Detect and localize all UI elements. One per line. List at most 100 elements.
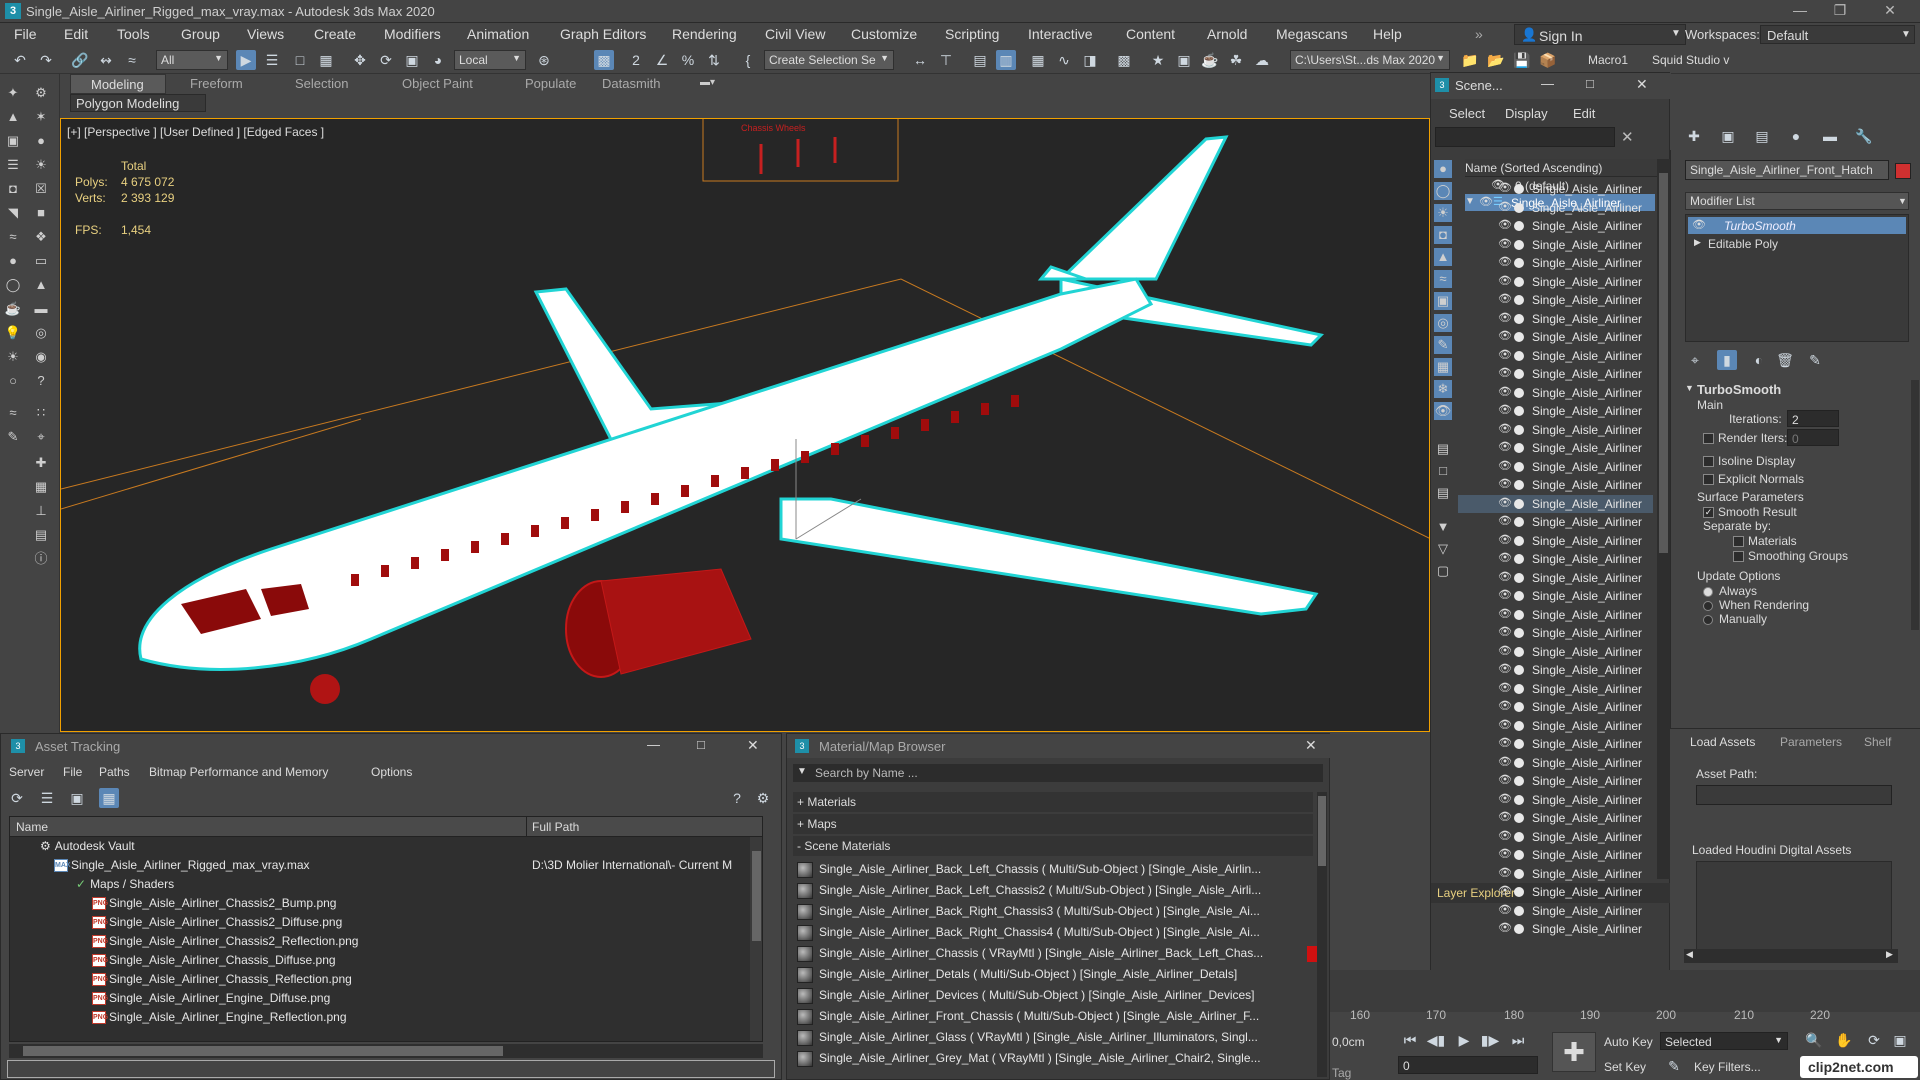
display-shapes-icon[interactable]: ◯ [1434, 182, 1452, 200]
scene-menu-select[interactable]: Select [1449, 106, 1485, 121]
key-selection-dropdown[interactable]: Selected ▼ [1660, 1032, 1788, 1050]
map-row[interactable]: PNGSingle_Aisle_Airliner_Chassis_Diffuse… [92, 953, 336, 972]
unlink-icon[interactable]: ↭ [96, 50, 116, 70]
scene-object-row[interactable]: 👁 Single_Aisle_Airliner [1458, 846, 1653, 865]
menu-file[interactable]: File [14, 26, 37, 42]
eye-icon[interactable]: 👁 [1498, 514, 1512, 528]
render-setup-icon[interactable]: ★ [1148, 50, 1168, 70]
asset-path-input[interactable] [1696, 785, 1892, 805]
eye-icon[interactable]: 👁 [1498, 736, 1512, 750]
eye-icon[interactable]: 👁 [1498, 792, 1512, 806]
perspective-viewport[interactable]: Chassis Wheels [+] [Perspective] [User … [60, 118, 1430, 732]
eye-icon[interactable]: 👁 [1692, 218, 1706, 231]
scene-object-row[interactable]: 👁 Single_Aisle_Airliner [1458, 291, 1653, 310]
map-row[interactable]: PNGSingle_Aisle_Airliner_Chassis_Reflect… [92, 972, 352, 991]
squid-studio-label[interactable]: Squid Studio v [1652, 53, 1729, 67]
scene-object-row[interactable]: 👁 Single_Aisle_Airliner [1458, 772, 1653, 791]
maximize-icon[interactable]: □ [1586, 76, 1594, 91]
map-row[interactable]: PNGSingle_Aisle_Airliner_Engine_Reflecti… [92, 1010, 347, 1029]
asset-menu-server[interactable]: Server [9, 765, 44, 779]
scene-object-row[interactable]: 👁 Single_Aisle_Airliner [1458, 402, 1653, 421]
play-icon[interactable]: ▶ [1454, 1030, 1474, 1050]
eye-icon[interactable]: 👁 [1498, 200, 1512, 214]
restore-icon[interactable]: ❐ [1820, 2, 1860, 21]
map-row[interactable]: PNGSingle_Aisle_Airliner_Chassis2_Bump.p… [92, 896, 336, 915]
tab-populate[interactable]: Populate [525, 76, 576, 91]
scene-object-row[interactable]: 👁 Single_Aisle_Airliner [1458, 513, 1653, 532]
asset-menu-options[interactable]: Options [371, 765, 412, 779]
eye-icon[interactable]: 👁 [1498, 496, 1512, 510]
pivot-center-icon[interactable]: ⊛ [534, 50, 554, 70]
map-row[interactable]: PNGSingle_Aisle_Airliner_Engine_Diffuse.… [92, 991, 330, 1010]
eye-icon[interactable]: 👁 [1498, 866, 1512, 880]
configure-modifier-sets-icon[interactable]: ✎ [1805, 350, 1825, 370]
reference-coordinate-dropdown[interactable]: Local ▼ [454, 50, 526, 70]
create-panel-icon[interactable]: ✚ [1684, 126, 1704, 146]
render-iters-spinner[interactable]: 0 [1787, 429, 1839, 446]
key-filters-button[interactable]: Key Filters... [1694, 1060, 1761, 1074]
eye-icon[interactable]: 👁 [1498, 810, 1512, 824]
percent-snap-icon[interactable]: % [678, 50, 698, 70]
asset-status-field[interactable] [7, 1060, 775, 1078]
material-item[interactable]: Single_Aisle_Airliner_Back_Left_Chassis2… [795, 881, 1325, 901]
scene-object-row[interactable]: 👁 Single_Aisle_Airliner [1458, 550, 1653, 569]
display-panel-icon[interactable]: ▬ [1820, 126, 1840, 146]
eye-icon[interactable]: 👁 [1498, 681, 1512, 695]
asset-menu-file[interactable]: File [63, 765, 82, 779]
tab-shelf[interactable]: Shelf [1864, 735, 1891, 749]
menu-edit[interactable]: Edit [64, 26, 88, 42]
render-iterative-icon[interactable]: ☘ [1226, 50, 1246, 70]
scene-object-row[interactable]: 👁 Single_Aisle_Airliner [1458, 199, 1653, 218]
display-icon[interactable]: ▣ [4, 132, 22, 150]
curve-editor-icon[interactable]: ∿ [1054, 50, 1074, 70]
go-to-start-icon[interactable]: ⏮ [1400, 1030, 1420, 1050]
minimize-icon[interactable]: — [1541, 76, 1554, 91]
scene-object-row[interactable]: 👁 Single_Aisle_Airliner [1458, 661, 1653, 680]
pin-icon[interactable]: ⌖ [32, 428, 50, 446]
vault-row[interactable]: ⚙ Autodesk Vault [40, 839, 135, 858]
undo-icon[interactable]: ↶ [10, 50, 30, 70]
angle-snap-icon[interactable]: ∠ [652, 50, 672, 70]
keyboard-shortcut-override-icon[interactable]: ▩ [594, 50, 614, 70]
display-cameras-icon[interactable]: ◘ [1434, 226, 1452, 244]
scene-object-row[interactable]: 👁 Single_Aisle_Airliner [1458, 809, 1653, 828]
scale-icon[interactable]: ▣ [402, 50, 422, 70]
eye-icon[interactable]: 👁 [1498, 773, 1512, 787]
plane-icon[interactable]: ▬ [32, 300, 50, 318]
scene-object-row[interactable]: 👁 Single_Aisle_Airliner [1458, 217, 1653, 236]
scene-object-row[interactable]: 👁 Single_Aisle_Airliner [1458, 680, 1653, 699]
scene-object-row[interactable]: 👁 Single_Aisle_Airliner [1458, 310, 1653, 329]
key-mode-icon[interactable]: ✎ [1664, 1056, 1684, 1076]
eye-icon[interactable]: 👁 [1498, 181, 1512, 195]
info-icon[interactable]: ⓘ [32, 550, 50, 568]
scene-object-row[interactable]: 👁 Single_Aisle_Airliner [1458, 606, 1653, 625]
helpers-icon[interactable]: ☒ [32, 180, 50, 198]
grid-icon[interactable]: ▦ [32, 478, 50, 496]
chevron-left-icon[interactable]: ◀ [1686, 949, 1693, 960]
menu-customize[interactable]: Customize [851, 26, 917, 42]
scene-object-row[interactable]: 👁 Single_Aisle_Airliner [1458, 458, 1653, 477]
scene-column-header[interactable]: Name (Sorted Ascending) [1465, 159, 1671, 177]
render-in-cloud-icon[interactable]: ☁ [1252, 50, 1272, 70]
eye-icon[interactable]: 👁 [1498, 255, 1512, 269]
eye-icon[interactable]: 👁 [1498, 903, 1512, 917]
move-icon[interactable]: ✥ [350, 50, 370, 70]
scrollbar-thumb[interactable] [1659, 173, 1668, 553]
display-hidden-icon[interactable]: 👁 [1434, 402, 1452, 420]
link-icon[interactable]: 🔗 [70, 50, 90, 70]
column-divider[interactable] [526, 817, 527, 837]
explicit-normals-checkbox[interactable]: Explicit Normals [1703, 472, 1804, 486]
scene-object-row[interactable]: 👁 Single_Aisle_Airliner [1458, 587, 1653, 606]
eye-icon[interactable]: 👁 [1498, 218, 1512, 232]
remove-modifier-icon[interactable]: 🗑 [1775, 350, 1795, 370]
target-icon[interactable]: ◎ [32, 324, 50, 342]
always-radio[interactable]: Always [1703, 584, 1757, 598]
material-item[interactable]: Single_Aisle_Airliner_Devices ( Multi/Su… [795, 986, 1325, 1006]
window-crossing-icon[interactable]: ▦ [316, 50, 336, 70]
scene-menu-display[interactable]: Display [1505, 106, 1548, 121]
eye-icon[interactable]: 👁 [1498, 551, 1512, 565]
motion-icon[interactable]: ✶ [32, 108, 50, 126]
zoom-extents-icon[interactable]: ▣ [1890, 1030, 1910, 1050]
scene-object-row[interactable]: 👁 Single_Aisle_Airliner [1458, 791, 1653, 810]
isoline-checkbox[interactable]: Isoline Display [1703, 454, 1795, 468]
